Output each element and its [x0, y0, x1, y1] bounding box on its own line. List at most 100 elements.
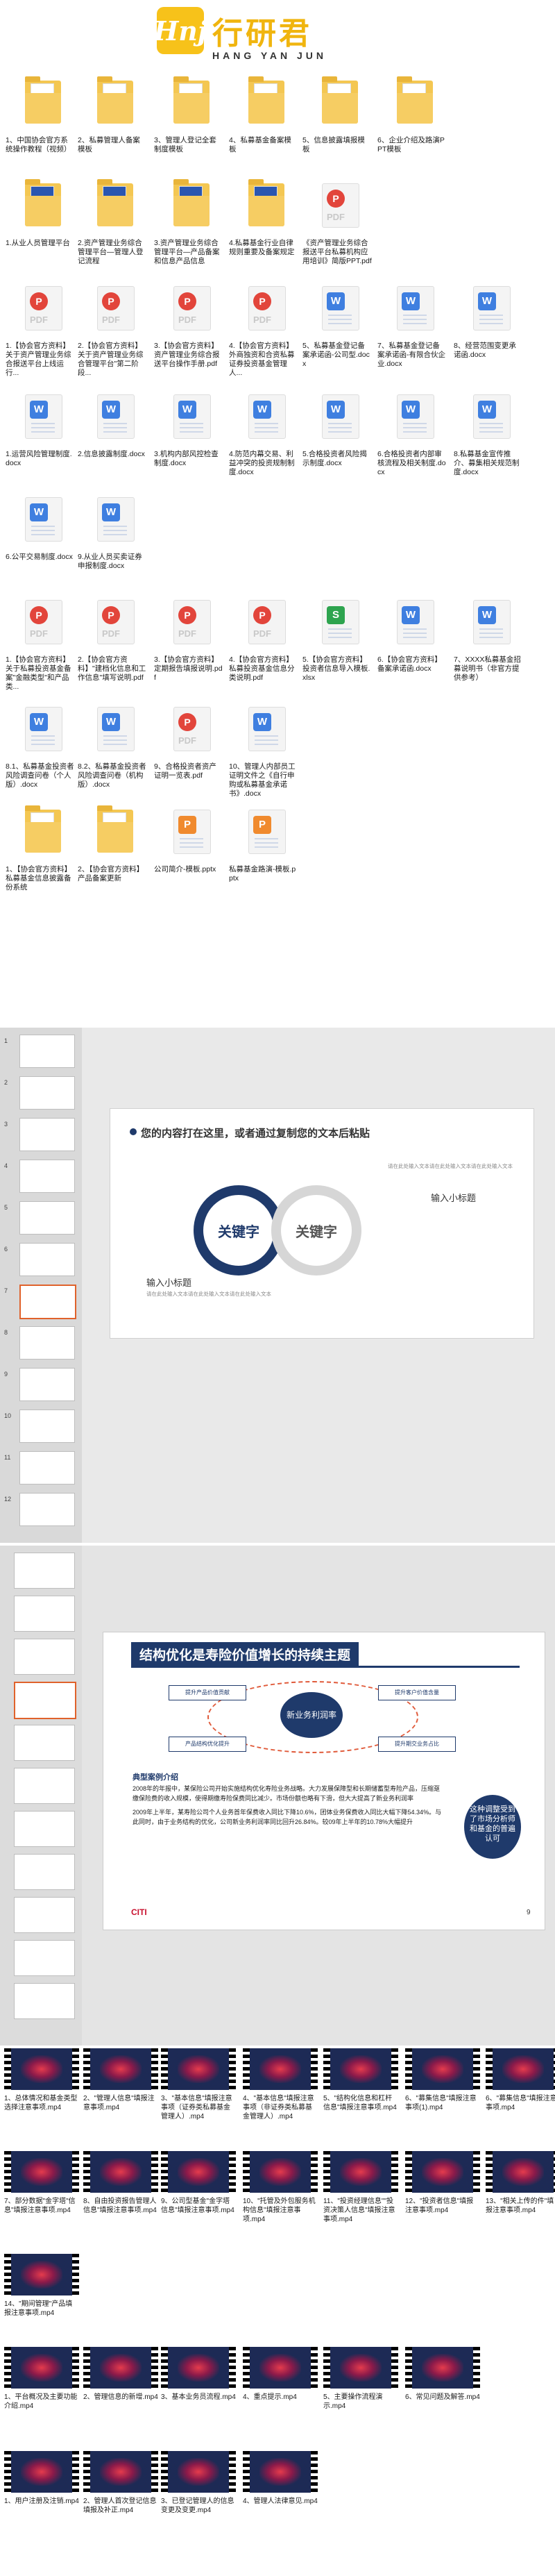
video-file-name: 2、"管理人信息"填报注意事项.mp4 [83, 2095, 155, 2111]
slide-thumbnail[interactable] [19, 1493, 75, 1526]
slide-thumbnail[interactable] [19, 1118, 75, 1151]
video-file-name: 6、"募集信息"填报注意事项(1).mp4 [405, 2095, 477, 2111]
word-file-icon: W [248, 707, 286, 751]
video-thumbnail-icon [4, 2451, 79, 2493]
word-file-icon: W [97, 707, 135, 751]
brand-header: Hnj 行研君 HANG YAN JUN [0, 0, 555, 75]
video-thumbnail-icon [83, 2151, 158, 2193]
file-name: 8、经营范围变更承诺函.docx [454, 342, 516, 359]
video-file-name: 1、平台概况及主要功能介绍.mp4 [4, 2393, 78, 2410]
video-thumbnail-icon [83, 2451, 158, 2493]
video-file-name: 6、常见问题及解答.mp4 [405, 2393, 480, 2401]
slide-thumbnail[interactable] [19, 1243, 75, 1276]
slide-canvas-2[interactable]: 结构优化是寿险价值增长的持续主题 新业务利润率 提升产品价值贡献 产品结构优化提… [103, 1632, 545, 1930]
brand-name-cn: 行研君 [212, 16, 312, 51]
file-name: 2、【协会官方资料】产品备案更新 [78, 865, 144, 883]
file-name: 6.合格投资者内部审核流程及相关制度.docx [377, 450, 446, 476]
slide-title: 您的内容打在这里，或者通过复制您的文本后粘贴 [141, 1128, 370, 1139]
slide-thumbnail-panel-2[interactable] [0, 1546, 82, 2046]
video-thumbnail-icon [405, 2151, 480, 2193]
slide-thumbnail[interactable] [19, 1285, 76, 1319]
case-paragraph-2: 2009年上半年，某寿险公司个人业务首年保费收入同比下降10.6%，团体业务保费… [133, 1809, 442, 1825]
callout-bubble: 这种调整受到了市场分析师和基金的普遍认可 [464, 1795, 521, 1859]
file-name: 7、私募基金登记备案承诺函-有限合伙企业.docx [377, 342, 445, 368]
subtitle-right: 输入小标题 [431, 1193, 477, 1203]
video-file-name: 1、总体情况和基金类型选择注意事项.mp4 [4, 2095, 78, 2111]
file-name: 5、私募基金登记备案承诺函-公司型.docx [302, 342, 370, 368]
ppt-editor-screenshot-2: 结构优化是寿险价值增长的持续主题 新业务利润率 提升产品价值贡献 产品结构优化提… [0, 1546, 555, 2046]
video-thumbnail-icon [4, 2347, 79, 2389]
filler-text-right: 请在此处输入文本请在此处输入文本请在此处输入文本 [388, 1163, 513, 1169]
video-thumbnail-icon [323, 2048, 398, 2090]
word-file-icon: W [397, 286, 434, 331]
video-thumbnail-icon [323, 2347, 398, 2389]
slide-thumbnail[interactable] [14, 1854, 75, 1890]
box-bottom-left: 产品结构优化提升 [169, 1737, 246, 1752]
file-name: 8.2、私募基金投资者风险调查问卷（机构版）.docx [78, 762, 146, 789]
file-name: 4、私募基金备案模板 [229, 136, 291, 153]
video-file-name: 12、"投资者信息"填报注意事项.mp4 [405, 2198, 474, 2214]
pdf-file-icon: P PDF [97, 600, 135, 644]
brand-name-en: HANG YAN JUN [212, 50, 327, 61]
video-thumbnail-icon [323, 2151, 398, 2193]
file-name: 7、XXXX私募基金招募说明书（非官方提供参考） [454, 655, 521, 682]
file-name: 3.机构内部风控检查制度.docx [154, 450, 219, 467]
slide-thumbnail[interactable] [14, 1553, 75, 1589]
video-file-name: 6、"募集信息"填报注意事项.mp4 [486, 2095, 555, 2111]
slide-thumbnail[interactable] [14, 1811, 75, 1847]
file-name: 2、私募管理人备案模板 [78, 136, 140, 153]
file-name: 2.信息披露制度.docx [78, 450, 145, 458]
slide-thumbnail[interactable] [14, 1639, 75, 1675]
slide-thumbnail[interactable] [19, 1368, 75, 1401]
video-file-name: 5、"结构化信息和杠杆信息"填报注意事项.mp4 [323, 2095, 397, 2111]
file-name: 1、【协会官方资料】私募基金信息披露备份系统 [6, 865, 72, 892]
slide-thumbnail[interactable] [19, 1410, 75, 1443]
word-file-icon: W [25, 707, 62, 751]
video-file-name: 10、"托管及外包服务机构信息"填报注意事项.mp4 [243, 2198, 316, 2223]
citi-logo: CITI [131, 1907, 147, 1917]
video-file-name: 8、自由投资报告管理人信息"填报注意事项.mp4 [83, 2198, 157, 2214]
file-name: 1.【协会官方资料】关于资产管理业务综合报送平台上线运行... [6, 342, 71, 377]
slide-thumbnail[interactable] [14, 1596, 75, 1632]
file-name: 8.私募基金宣传推介、募集相关规范制度.docx [454, 450, 520, 476]
folder-icon [97, 805, 133, 853]
slide-thumbnail[interactable] [19, 1201, 75, 1235]
slide-canvas[interactable]: 您的内容打在这里，或者通过复制您的文本后粘贴 关键字 关键字 输入小标题 请在此… [110, 1108, 534, 1339]
word-file-icon: W [97, 394, 135, 439]
ppt-file-icon: P [248, 810, 286, 854]
slide-number: 9 [4, 1371, 8, 1378]
slide-thumbnail[interactable] [19, 1326, 75, 1360]
folder-icon [173, 76, 210, 124]
slide-thumbnail[interactable] [19, 1451, 75, 1484]
file-name: 9、合格投资者资产证明一览表.pdf [154, 762, 216, 780]
slide-thumbnail[interactable] [19, 1076, 75, 1110]
slide-thumbnail[interactable] [14, 1940, 75, 1976]
video-file-name: 7、部分数据"金字塔"信息"填报注意事项.mp4 [4, 2198, 76, 2214]
file-name: 6、企业介绍及路演PPT模板 [377, 136, 445, 153]
video-file-name: 3、基本业务员流程.mp4 [161, 2393, 236, 2401]
slide-thumbnail[interactable] [19, 1160, 75, 1193]
word-file-icon: W [397, 394, 434, 439]
slide-thumbnail[interactable] [14, 1768, 75, 1804]
word-file-icon: W [322, 286, 359, 331]
slide-thumbnail[interactable] [14, 1983, 75, 2019]
case-body: 2008年的年报中，某保险公司开始实施结构优化寿险业务战略。大力发展保障型和长期… [133, 1784, 445, 1827]
video-file-name: 4、"基本信息"填报注意事项（非证券类私募基金管理人）.mp4 [243, 2095, 314, 2121]
word-file-icon: W [248, 394, 286, 439]
video-file-name: 5、主要操作流程演示.mp4 [323, 2393, 383, 2410]
file-name: 4.防范内幕交易、利益冲突的投资规制制度.docx [229, 450, 295, 476]
slide-thumbnail[interactable] [14, 1897, 75, 1933]
slide-thumbnail[interactable] [14, 1682, 76, 1719]
video-file-name: 13、"相关上传的件"填报注意事项.mp4 [486, 2198, 554, 2214]
slide-thumbnail[interactable] [19, 1035, 75, 1068]
slide-thumbnail[interactable] [14, 1725, 75, 1761]
slide-number: 1 [4, 1037, 8, 1044]
folder-icon [322, 76, 358, 124]
slide-number: 12 [4, 1496, 12, 1503]
video-thumbnail-icon [161, 2451, 236, 2493]
slide-number: 10 [4, 1412, 12, 1419]
folder-icon [397, 76, 433, 124]
folder-icon [173, 179, 210, 226]
slide-thumbnail-panel[interactable]: 1 2 3 4 5 6 7 8 9 10 11 12 [0, 1028, 82, 1543]
video-thumbnail-icon [243, 2347, 318, 2389]
